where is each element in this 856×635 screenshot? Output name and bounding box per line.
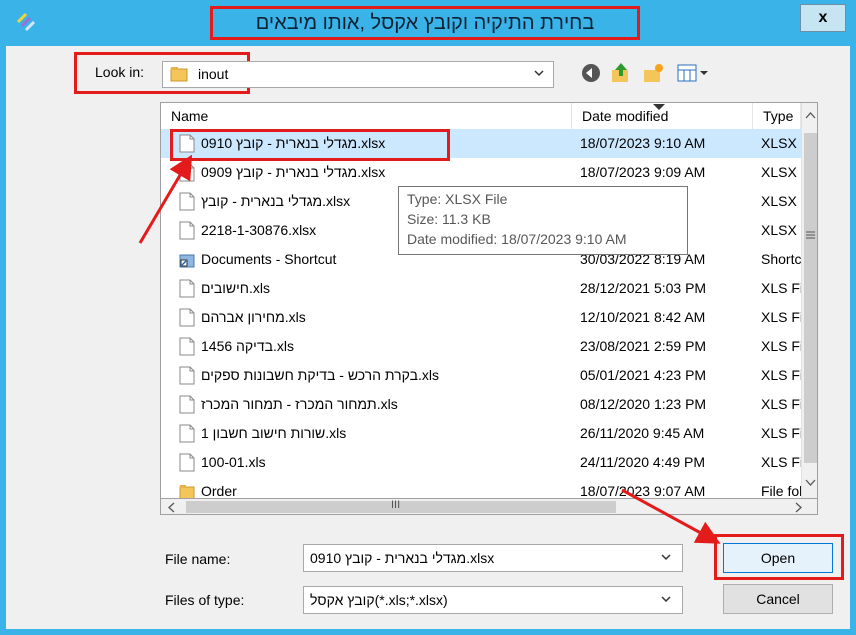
annotation-arrows bbox=[138, 154, 721, 544]
arrow-to-file bbox=[138, 154, 193, 244]
arrow-to-open bbox=[621, 488, 721, 544]
